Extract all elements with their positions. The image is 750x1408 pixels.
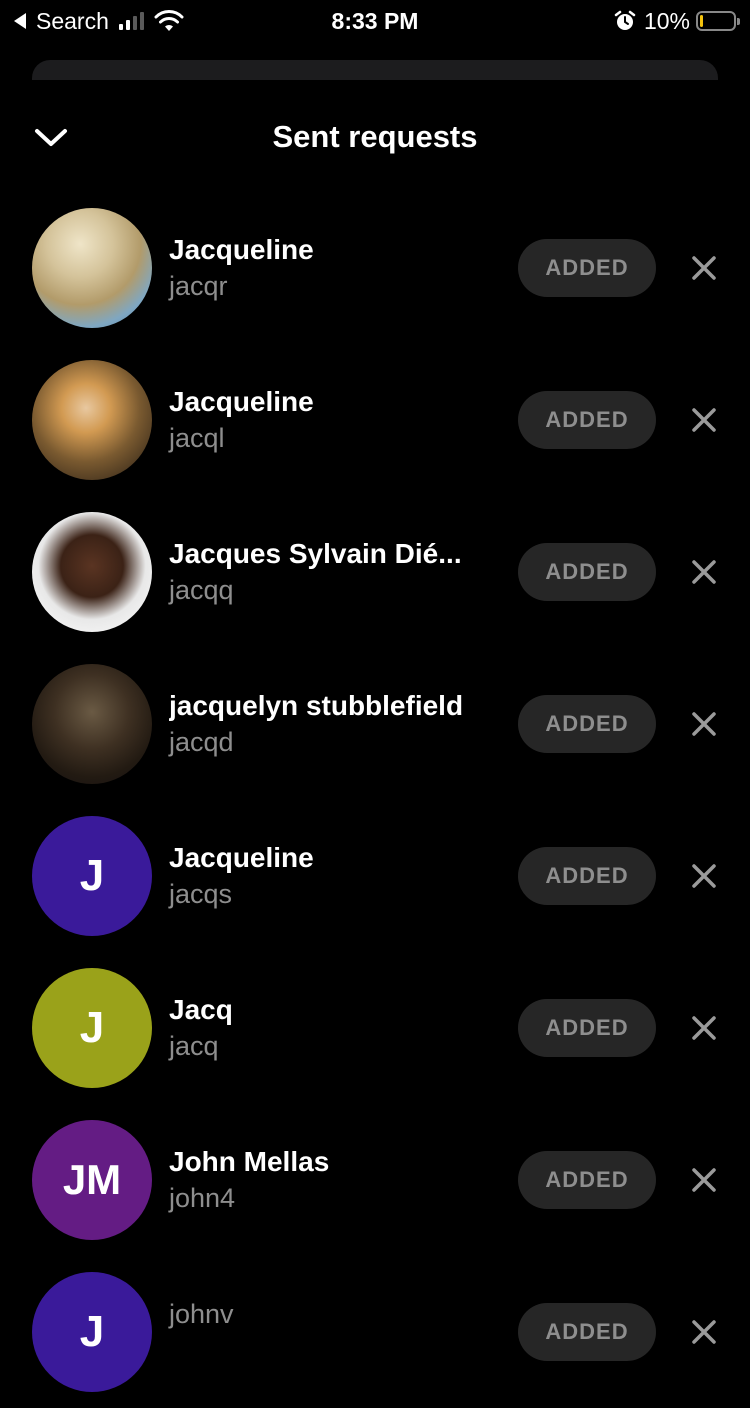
username: johnv: [169, 1299, 234, 1329]
username: jacqr: [169, 271, 228, 301]
display-name: John Mellas: [169, 1146, 330, 1177]
display-name: jacquelyn stubblefield: [169, 690, 464, 721]
avatar[interactable]: J: [32, 1272, 152, 1392]
username: jacqq: [169, 575, 234, 605]
request-row[interactable]: Jacqueline jacqr ADDED: [0, 192, 750, 344]
username: jacqs: [169, 879, 233, 909]
request-row[interactable]: JM John Mellas john4 ADDED: [0, 1104, 750, 1256]
status-right: 10%: [614, 6, 740, 36]
header: Sent requests: [0, 110, 750, 164]
alarm-clock-icon: [614, 10, 636, 30]
name-block[interactable]: Jacques Sylvain Dié... jacqq: [169, 536, 499, 608]
status-bar: Search 8:33 PM 10%: [0, 0, 750, 40]
name-block[interactable]: Jacq jacq: [169, 992, 499, 1064]
request-row[interactable]: Jjohnv ADDED: [0, 1256, 750, 1408]
page-title: Sent requests: [272, 119, 478, 154]
close-icon[interactable]: [690, 710, 718, 738]
display-name: Jacqueline: [169, 842, 314, 873]
close-icon[interactable]: [690, 558, 718, 586]
avatar[interactable]: [32, 360, 152, 480]
added-button[interactable]: ADDED: [518, 1151, 656, 1209]
display-name: Jacqueline: [169, 234, 314, 265]
username: jacqd: [169, 727, 234, 757]
avatar[interactable]: [32, 208, 152, 328]
name-block[interactable]: Jacqueline jacqs: [169, 840, 499, 912]
avatar[interactable]: J: [32, 816, 152, 936]
close-icon[interactable]: [690, 1014, 718, 1042]
request-row[interactable]: jacquelyn stubblefield jacqd ADDED: [0, 648, 750, 800]
avatar[interactable]: [32, 664, 152, 784]
added-button[interactable]: ADDED: [518, 543, 656, 601]
battery-level-fill: [700, 15, 703, 27]
avatar[interactable]: JM: [32, 1120, 152, 1240]
display-name: Jacq: [169, 994, 233, 1025]
avatar[interactable]: J: [32, 968, 152, 1088]
added-button[interactable]: ADDED: [518, 999, 656, 1057]
name-block[interactable]: johnv: [169, 1296, 499, 1332]
display-name: Jacqueline: [169, 386, 314, 417]
name-block[interactable]: John Mellas john4: [169, 1144, 499, 1216]
close-icon[interactable]: [690, 862, 718, 890]
close-icon[interactable]: [690, 254, 718, 282]
request-row[interactable]: J Jacqueline jacqs ADDED: [0, 800, 750, 952]
avatar[interactable]: [32, 512, 152, 632]
username: jacql: [169, 423, 225, 453]
close-icon[interactable]: [690, 1318, 718, 1346]
display-name: Jacques Sylvain Dié...: [169, 538, 462, 569]
added-button[interactable]: ADDED: [518, 1303, 656, 1361]
request-row[interactable]: J Jacq jacq ADDED: [0, 952, 750, 1104]
added-button[interactable]: ADDED: [518, 695, 656, 753]
battery-percent: 10%: [643, 7, 690, 34]
close-icon[interactable]: [690, 1166, 718, 1194]
added-button[interactable]: ADDED: [518, 847, 656, 905]
name-block[interactable]: Jacqueline jacqr: [169, 232, 499, 304]
sent-requests-list: Jacqueline jacqr ADDED Jacqueline jacql ADDED…: [0, 192, 750, 1408]
name-block[interactable]: jacquelyn stubblefield jacqd: [169, 688, 499, 760]
request-row[interactable]: Jacques Sylvain Dié... jacqq ADDED: [0, 496, 750, 648]
added-button[interactable]: ADDED: [518, 239, 656, 297]
sheet-overlay: [0, 80, 750, 110]
close-icon[interactable]: [690, 406, 718, 434]
added-button[interactable]: ADDED: [518, 391, 656, 449]
username: john4: [169, 1183, 236, 1213]
request-row[interactable]: Jacqueline jacql ADDED: [0, 344, 750, 496]
battery-icon: [696, 11, 740, 31]
username: jacq: [169, 1031, 219, 1061]
name-block[interactable]: Jacqueline jacql: [169, 384, 499, 456]
